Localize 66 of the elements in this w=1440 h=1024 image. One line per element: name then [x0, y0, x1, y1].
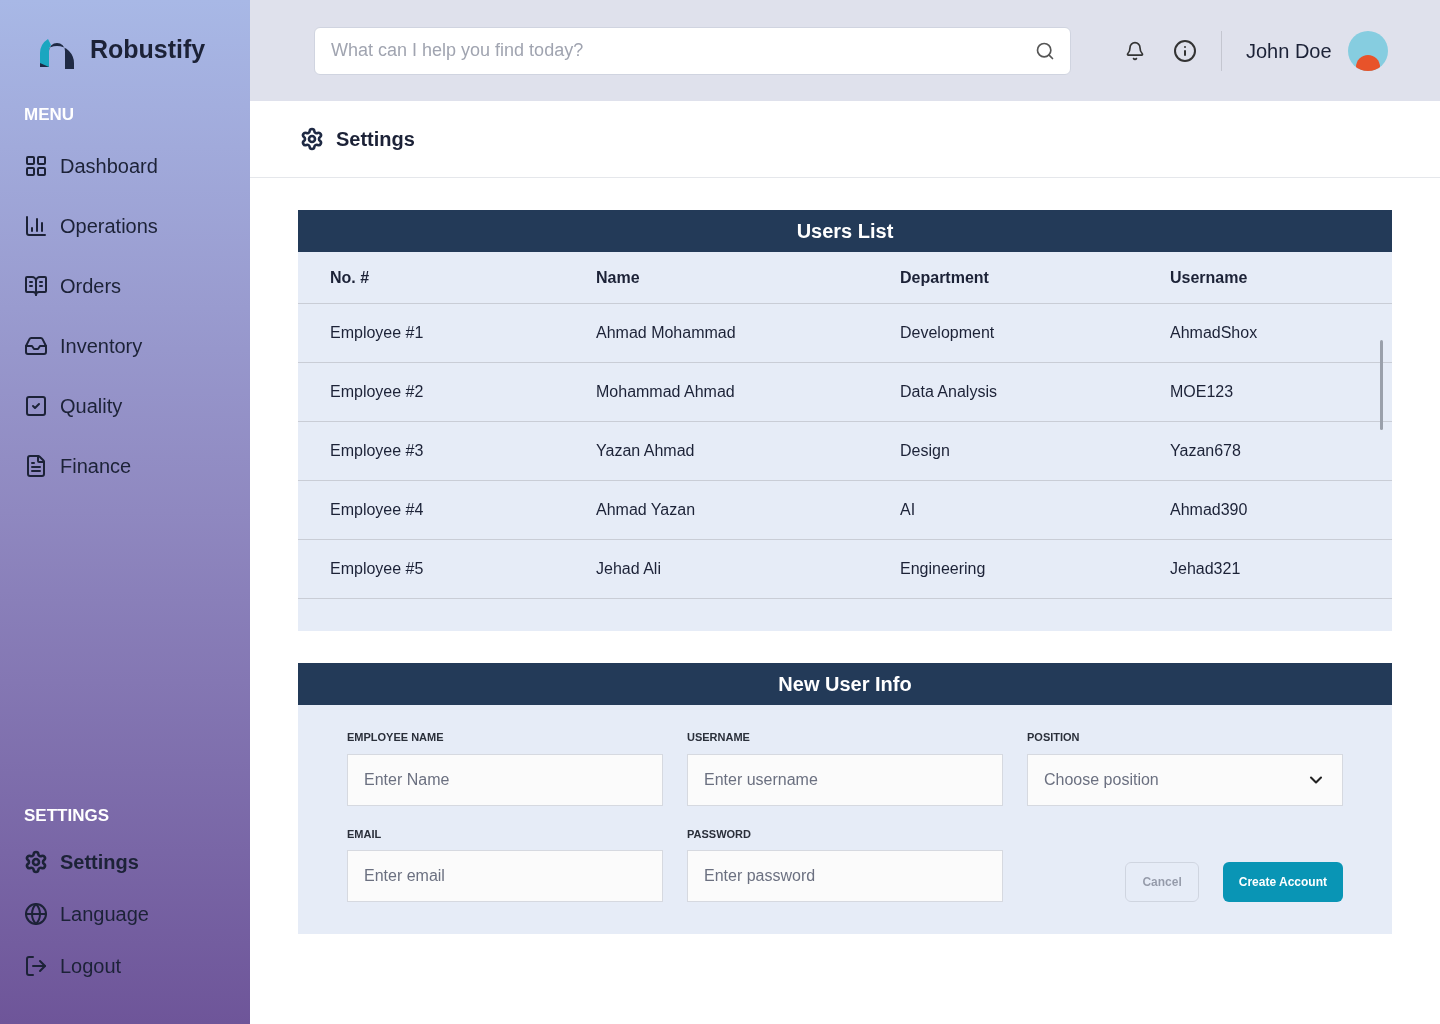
position-select[interactable]: Choose position [1027, 753, 1343, 806]
select-placeholder: Choose position [1044, 769, 1159, 790]
nav-item[interactable]: Operations [0, 195, 250, 256]
settings-icon [300, 127, 324, 151]
checkbox-icon [24, 393, 48, 418]
nav-item[interactable]: Settings [0, 836, 250, 888]
create-button[interactable]: Create Account [1222, 862, 1343, 902]
table-cell-text: Development [900, 323, 996, 343]
column-header: No. # [330, 267, 371, 288]
nav-item[interactable]: Finance [0, 435, 250, 496]
table-title: Users List [298, 210, 1392, 252]
table-cell-text: AhmadShox [1170, 323, 1259, 343]
nav-item[interactable]: Dashboard [0, 135, 250, 196]
bar-chart-icon [24, 213, 48, 238]
user-name[interactable]: John Doe [1246, 35, 1332, 66]
nav-item[interactable]: Orders [0, 255, 250, 316]
field-label: POSITION [1027, 730, 1081, 745]
table-cell-text: Jehad Ali [596, 559, 662, 579]
book-icon [24, 273, 48, 298]
nav-item[interactable]: Quality [0, 375, 250, 436]
table-cell-text: Ahmad390 [1170, 500, 1249, 520]
settings-icon [24, 850, 48, 874]
table-cell-text: Data Analysis [900, 382, 998, 402]
globe-icon [24, 902, 48, 926]
input-field[interactable]: Enter password [687, 850, 1003, 902]
form-title: New User Info [298, 663, 1392, 705]
input-field[interactable]: Enter email [347, 850, 663, 902]
search-icon[interactable] [1035, 40, 1055, 61]
bell-icon[interactable] [1125, 40, 1145, 61]
field-label: PASSWORD [687, 826, 752, 842]
table-cell-text: Employee #3 [330, 441, 425, 461]
column-header: Department [900, 267, 990, 288]
table-cell-text: Employee #1 [330, 323, 425, 343]
field-label: EMPLOYEE NAME [347, 730, 445, 745]
info-icon[interactable] [1173, 38, 1197, 63]
brand-name: Robustify [90, 34, 206, 66]
document-icon [24, 453, 48, 478]
table-cell-text: Employee #2 [330, 382, 425, 402]
nav-item[interactable]: Logout [0, 940, 250, 992]
logout-icon [24, 954, 48, 978]
table-cell-text: Employee #4 [330, 500, 425, 520]
nav-item[interactable]: Language [0, 888, 250, 940]
field-label: EMAIL [347, 826, 383, 842]
table-cell-text: Mohammad Ahmad [596, 382, 736, 402]
table-cell-text: MOE123 [1170, 382, 1235, 402]
nav-item[interactable]: Inventory [0, 315, 250, 376]
table-cell-text: Engineering [900, 559, 987, 579]
table-cell-text: AI [900, 500, 917, 520]
page-title: Settings [336, 127, 415, 152]
table-cell-text: Ahmad Mohammad [596, 323, 737, 343]
field-label: USERNAME [687, 730, 751, 745]
section-heading: MENU [23, 104, 76, 126]
grid-icon [24, 153, 48, 178]
input-field[interactable]: Enter username [687, 753, 1003, 806]
column-header: Name [596, 267, 641, 288]
avatar[interactable] [1347, 30, 1388, 71]
search-field[interactable]: What can I help you find today? [314, 26, 1071, 75]
table-cell-text: Jehad321 [1170, 559, 1242, 579]
table-cell-text: Employee #5 [330, 559, 425, 579]
table-cell-text: Ahmad Yazan [596, 500, 697, 520]
column-header: Username [1170, 267, 1249, 288]
section-heading: SETTINGS [23, 804, 110, 827]
table-cell-text: Yazan Ahmad [596, 441, 696, 461]
table-cell-text: Design [900, 441, 951, 461]
input-field[interactable]: Enter Name [347, 753, 663, 806]
table-cell-text: Yazan678 [1170, 441, 1242, 461]
